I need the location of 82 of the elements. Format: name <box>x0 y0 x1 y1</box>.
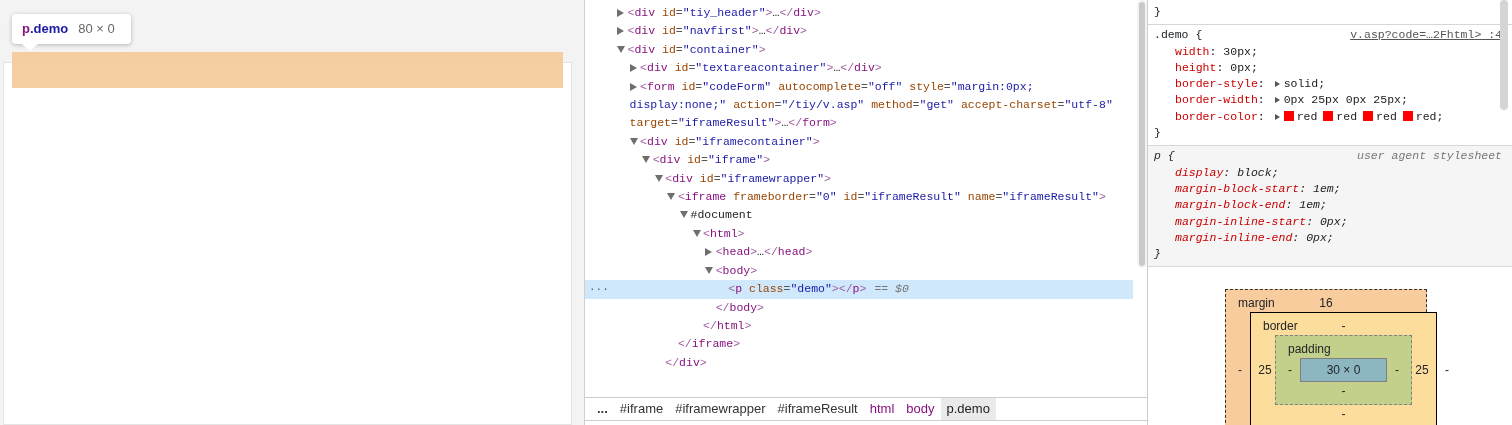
border-label: border <box>1262 318 1298 334</box>
border-top-value: - <box>1341 318 1346 334</box>
closing-brace: } <box>1154 4 1162 20</box>
css-property[interactable]: width: 30px; <box>1154 43 1502 60</box>
element-markup[interactable]: <div id="iframewrapper"> <box>654 169 1133 189</box>
css-property[interactable]: border-color: red red red red; <box>1154 108 1502 126</box>
css-property[interactable]: margin-inline-end: 0px; <box>1154 229 1502 247</box>
breadcrumb[interactable]: body <box>900 398 941 420</box>
margin-left-value: - <box>1238 362 1242 377</box>
closing-tag[interactable]: </html> <box>692 316 1133 336</box>
css-selector: .demo { <box>1154 27 1203 44</box>
element-markup[interactable]: <html> <box>692 224 1133 244</box>
color-swatch[interactable] <box>1363 110 1374 121</box>
selected-row[interactable]: ··· <p class="demo"></p> == $0 <box>585 280 1133 299</box>
breadcrumb[interactable]: p.demo <box>940 398 996 420</box>
scrollbar[interactable] <box>1500 0 1508 110</box>
border-left-value: 25 <box>1258 362 1272 377</box>
collapse-arrow-icon[interactable] <box>642 156 651 164</box>
more-actions[interactable]: ··· <box>589 280 609 299</box>
collapse-arrow-icon[interactable] <box>705 266 714 274</box>
element-markup[interactable]: <div id="textareacontainer">…</div> <box>629 59 1133 78</box>
color-swatch[interactable] <box>1283 110 1294 121</box>
border-right-value: 25 <box>1415 362 1429 377</box>
element-markup[interactable]: <div id="iframecontainer"> <box>629 132 1133 152</box>
border-bottom-value: - <box>1341 406 1346 422</box>
margin-top-value: 16 <box>1319 295 1333 311</box>
expand-arrow-icon[interactable] <box>1274 97 1280 104</box>
collapse-arrow-icon[interactable] <box>680 211 688 219</box>
margin-label: margin <box>1237 295 1275 311</box>
color-swatch[interactable] <box>1323 110 1334 121</box>
collapse-arrow-icon[interactable] <box>692 229 701 237</box>
selected-element-reference: == $0 <box>874 282 909 296</box>
expand-arrow-icon[interactable] <box>1274 81 1280 88</box>
css-property[interactable]: margin-block-start: 1em; <box>1154 180 1502 198</box>
element-markup[interactable]: <body> <box>705 261 1133 281</box>
element-markup[interactable]: <div id="container"> <box>617 40 1133 60</box>
element-markup[interactable]: <p class="demo"></p> <box>717 280 867 299</box>
expand-arrow-icon[interactable] <box>629 64 637 73</box>
expand-arrow-icon[interactable] <box>705 248 713 257</box>
element-markup[interactable]: <div id="iframe"> <box>642 151 1133 170</box>
closing-tag[interactable]: </iframe> <box>667 335 1133 354</box>
collapse-arrow-icon[interactable] <box>617 45 625 53</box>
element-selector: p.demo <box>22 20 69 39</box>
breadcrumb[interactable]: #iframewrapper <box>669 398 772 420</box>
color-swatch[interactable] <box>1402 110 1413 121</box>
element-size: 80 × 0 <box>78 20 115 39</box>
expand-arrow-icon[interactable] <box>617 9 624 17</box>
element-markup[interactable]: #document <box>680 206 1133 225</box>
scrollbar[interactable] <box>1137 0 1147 268</box>
css-selector: p { <box>1154 148 1175 165</box>
closing-tag[interactable]: </div> <box>654 353 1133 373</box>
css-property[interactable]: border-style: solid; <box>1154 76 1502 93</box>
breadcrumb[interactable]: #iframe <box>613 398 670 420</box>
css-property[interactable]: display: block; <box>1154 164 1502 181</box>
closing-brace: } <box>1154 125 1162 142</box>
element-markup[interactable]: <div id="navfirst">…</div> <box>617 22 1133 41</box>
css-property[interactable]: margin-block-end: 1em; <box>1154 197 1502 214</box>
padding-label: padding <box>1287 341 1331 357</box>
padding-bottom-value: - <box>1341 383 1346 399</box>
closing-tag[interactable]: </body> <box>705 298 1133 317</box>
margin-right-value: - <box>1445 362 1449 377</box>
expand-arrow-icon[interactable] <box>1274 113 1280 120</box>
element-markup[interactable]: <head>…</head> <box>705 243 1133 262</box>
css-property[interactable]: margin-inline-start: 0px; <box>1154 213 1502 230</box>
breadcrumb[interactable]: html <box>863 398 901 420</box>
breadcrumb[interactable]: ... <box>591 398 614 420</box>
element-markup[interactable]: <form id="codeForm" autocomplete="off" style="margin:0px; display:none;" action="/tiy/v.asp" method="get" accept-charset="utf-8" target="iframeResult">…</form> <box>629 77 1133 133</box>
collapse-arrow-icon[interactable] <box>654 174 663 182</box>
collapse-arrow-icon[interactable] <box>629 137 638 145</box>
stylesheet-origin: user agent stylesheet <box>1357 148 1502 165</box>
expand-arrow-icon[interactable] <box>629 82 637 91</box>
collapse-arrow-icon[interactable] <box>667 193 676 201</box>
css-property[interactable]: height: 0px; <box>1154 59 1502 77</box>
content-box: 30 × 0 <box>1300 358 1387 383</box>
closing-brace: } <box>1154 246 1162 263</box>
expand-arrow-icon[interactable] <box>617 27 624 36</box>
element-markup[interactable]: <iframe frameborder="0" id="iframeResult" name="iframeResult"> <box>667 188 1133 207</box>
padding-right-value: - <box>1395 362 1399 377</box>
css-property[interactable]: border-width: 0px 25px 0px 25px; <box>1154 92 1502 109</box>
padding-left-value: - <box>1288 362 1292 377</box>
breadcrumb[interactable]: #iframeResult <box>771 398 864 420</box>
element-markup[interactable]: <div id="tiy_header">…</div> <box>617 4 1133 23</box>
